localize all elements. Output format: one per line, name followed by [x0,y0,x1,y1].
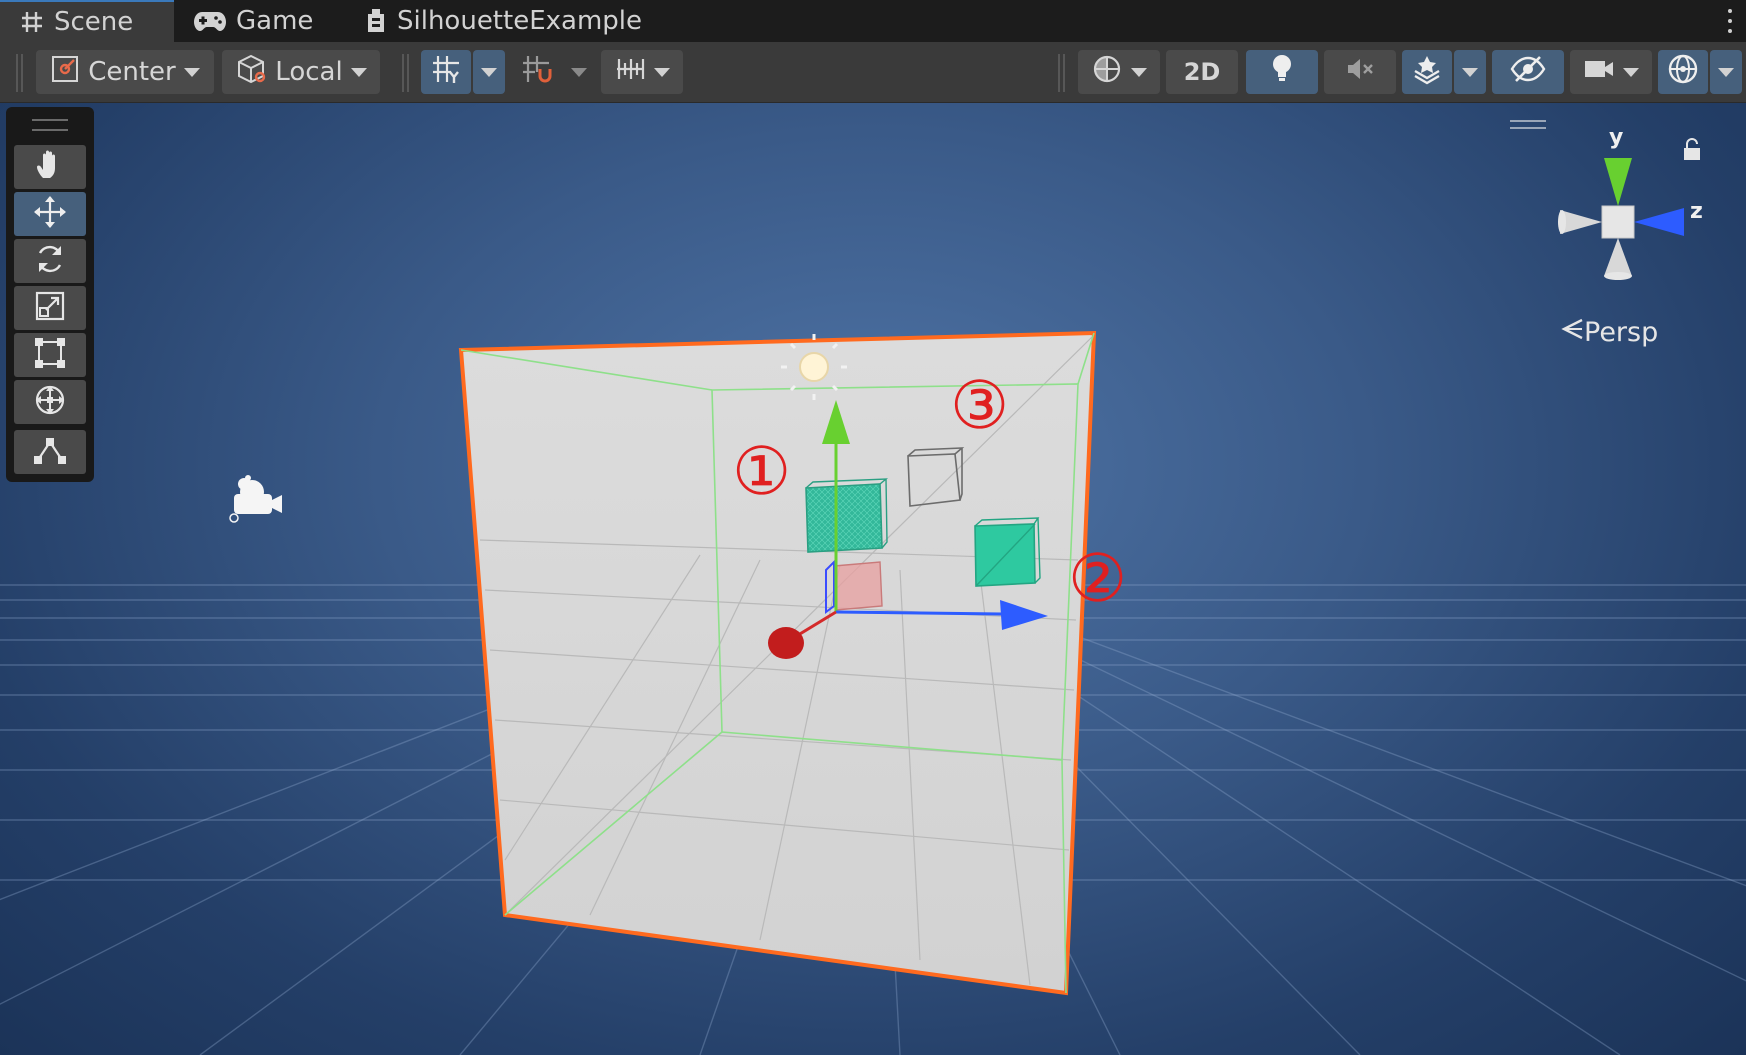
tab-bar: Scene Game SilhouetteExample [0,0,1746,42]
prefab-icon [365,7,387,35]
effects-dropdown[interactable] [1454,50,1486,94]
lock-icon[interactable] [1684,138,1700,160]
tools-overlay [6,107,94,482]
edit-path-icon [32,434,68,470]
audio-toggle-button[interactable] [1324,50,1396,94]
grid-snapping-dropdown[interactable] [563,50,595,94]
pivot-center-icon [50,54,80,91]
pivot-center-dropdown[interactable]: Center [36,50,214,94]
annotation-one: ① [732,433,792,510]
perspective-toggle[interactable]: Persp [1560,316,1658,349]
chevron-down-icon [1131,67,1147,77]
rotate-tool-button[interactable] [14,239,86,283]
toggle-2d-button[interactable]: 2D [1166,50,1238,94]
transform-combo-icon [32,382,68,422]
orientation-gizmo[interactable] [1558,158,1684,280]
tools-grip[interactable] [32,119,68,131]
move-tool-button[interactable] [14,192,86,236]
custom-editor-tool-button[interactable] [14,430,86,474]
more-options-icon[interactable] [1724,6,1736,36]
lightbulb-icon [1270,53,1294,92]
scene-visibility-button[interactable] [1492,50,1564,94]
grid-hash-icon [20,10,44,34]
scene-camera-dropdown[interactable] [1570,50,1652,94]
draw-mode-dropdown[interactable] [1078,50,1160,94]
tab-silhouette-example[interactable]: SilhouetteExample [365,0,642,42]
video-camera-icon [1583,57,1615,88]
tab-silhouette-label: SilhouetteExample [397,6,642,36]
rotate-icon [33,242,67,280]
scale-icon [34,290,66,326]
annotation-three: ③ [950,367,1010,444]
increment-snap-dropdown[interactable] [601,50,683,94]
tab-scene[interactable]: Scene [0,0,174,42]
move-arrows-icon [32,194,68,234]
scene-canvas [0,120,1746,1055]
chevron-down-icon [481,67,497,77]
rect-transform-icon [33,336,67,374]
increment-snap-icon [614,55,646,90]
view-tool-button[interactable] [14,145,86,189]
tab-game-label: Game [236,6,314,36]
grid-snapping-button[interactable] [511,50,561,94]
toolbar-grip[interactable] [16,54,23,92]
grid-y-icon [430,53,462,92]
transform-tool-button[interactable] [14,380,86,424]
scene-viewport[interactable]: y z ① ② ③ [0,103,1746,1055]
camera-gizmo-icon[interactable] [229,475,282,523]
chevron-left-icon [1560,316,1584,349]
chevron-down-icon [571,67,587,77]
toolbar-grip[interactable] [402,54,409,92]
gizmo-z-label: z [1690,199,1703,224]
chevron-down-icon [654,67,670,77]
selected-pivot-cube[interactable] [825,559,883,614]
chevron-down-icon [1462,67,1478,77]
grid-snap-magnet-icon [520,53,552,92]
lighting-toggle-button[interactable] [1246,50,1318,94]
teal-solid-cube[interactable] [974,517,1041,587]
gamepad-icon [194,10,226,32]
space-label: Local [275,57,343,87]
gizmo-grip[interactable] [1510,120,1546,129]
scale-tool-button[interactable] [14,286,86,330]
chevron-down-icon [350,67,367,77]
gizmo-y-label: y [1609,125,1624,150]
toolbar-grip[interactable] [1058,54,1065,92]
annotation-two: ② [1068,540,1128,617]
effects-toggle-button[interactable] [1402,50,1452,94]
grid-visibility-dropdown[interactable] [473,50,505,94]
speaker-muted-icon [1344,55,1376,90]
pivot-local-dropdown[interactable]: Local [222,50,380,94]
scene-toolbar: Center Local 2D [0,42,1746,103]
chevron-down-icon [1718,67,1734,77]
tab-game[interactable]: Game [192,0,313,42]
shading-sphere-icon [1091,53,1123,92]
hand-icon [33,148,67,186]
gizmo-globe-icon [1666,52,1700,93]
local-cube-icon [235,53,267,92]
pivot-label: Center [88,57,176,87]
persp-label: Persp [1584,317,1659,348]
rect-tool-button[interactable] [14,333,86,377]
gizmos-dropdown[interactable] [1710,50,1742,94]
tab-scene-label: Scene [54,7,134,37]
chevron-down-icon [1623,67,1639,77]
eye-hidden-icon [1510,54,1546,91]
effects-layers-icon [1411,53,1443,92]
chevron-down-icon [183,67,200,77]
gizmos-button[interactable] [1658,50,1708,94]
mode-2d-label: 2D [1183,58,1221,86]
teal-mesh-cube[interactable] [805,478,889,553]
grid-visibility-button[interactable] [421,50,471,94]
